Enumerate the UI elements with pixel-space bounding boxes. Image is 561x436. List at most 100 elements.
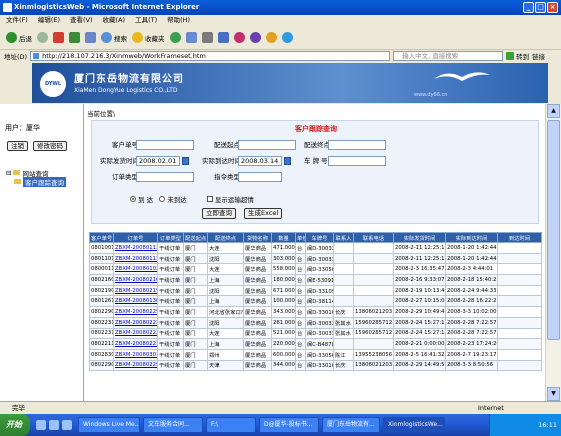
order-type-input[interactable]: [136, 172, 194, 182]
quick-launch-icon[interactable]: [36, 420, 46, 430]
col-header[interactable]: 到达时间: [497, 232, 542, 243]
history-icon[interactable]: [169, 32, 181, 43]
table-cell: 大连: [207, 263, 244, 276]
order-link[interactable]: ZBXM-200802293001: [113, 306, 158, 318]
col-header[interactable]: 配送终点: [207, 232, 244, 243]
menu-tools[interactable]: 工具(T): [135, 15, 157, 26]
msn-icon[interactable]: [281, 32, 293, 43]
menu-view[interactable]: 查看(V): [70, 15, 93, 26]
calendar-icon[interactable]: [284, 157, 291, 165]
go-button[interactable]: 转到: [506, 51, 529, 61]
logout-button[interactable]: 注销: [7, 141, 28, 151]
scroll-up-arrow-icon[interactable]: ▲: [547, 104, 560, 118]
radio-not-arrived[interactable]: 未到达: [159, 194, 187, 204]
task-button[interactable]: 厦门东岳物流有...: [322, 417, 380, 433]
col-header[interactable]: 联系人: [333, 232, 354, 243]
col-header[interactable]: 配送起点: [183, 232, 208, 243]
search-box[interactable]: 输入中文, 直接搜索: [393, 51, 504, 61]
col-header[interactable]: 联系电话: [353, 232, 394, 243]
change-password-button[interactable]: 修改密码: [33, 141, 67, 151]
arrive-time-input[interactable]: 2008.03.14: [238, 156, 282, 166]
tree-node-customer-tracking[interactable]: 客户跟踪查询: [6, 176, 66, 187]
qq-icon[interactable]: [265, 32, 277, 43]
start-button[interactable]: 开始: [0, 414, 30, 436]
table-cell: 2008-2-11 12:25:15: [393, 242, 446, 254]
send-time-input[interactable]: 2008.02.01: [136, 156, 180, 166]
vertical-scrollbar[interactable]: ▲ ▼: [545, 104, 561, 401]
links-label[interactable]: 链接: [532, 51, 545, 61]
close-button[interactable]: ×: [547, 2, 558, 13]
col-header[interactable]: 货物名称: [243, 232, 272, 243]
order-link[interactable]: ZBXM-200801020400: [113, 263, 158, 276]
order-link[interactable]: ZBXM-200802190005: [113, 284, 158, 297]
table-row[interactable]: 08021903ZBXM-200802190005干线订单厦门沈阳厦华商品671…: [89, 284, 542, 297]
back-button[interactable]: 后退: [6, 32, 32, 43]
task-button[interactable]: D@厦华-投标书...: [259, 417, 319, 433]
task-button[interactable]: Windows Live Me...: [78, 417, 140, 433]
order-link[interactable]: ZBXM-200801130006: [113, 252, 158, 265]
table-row[interactable]: 08010013ZBXM-200801130004干线订单厦门大连厦华商品471…: [89, 242, 542, 254]
menu-edit[interactable]: 编辑(E): [38, 15, 60, 26]
research-icon[interactable]: [249, 32, 261, 43]
table-row[interactable]: 08022110ZBXM-200802210004干线订单厦门上海厦华商品220…: [89, 338, 542, 350]
task-button-active[interactable]: XinmlogisticsWe...: [383, 417, 445, 433]
minimize-button[interactable]: _: [523, 2, 534, 13]
order-link[interactable]: ZBXM-200802210004: [113, 338, 158, 350]
mail-icon[interactable]: [185, 32, 197, 43]
order-link[interactable]: ZBXM-200802160006: [113, 274, 158, 286]
scroll-down-arrow-icon[interactable]: ▼: [547, 387, 560, 401]
calendar-icon[interactable]: [182, 157, 189, 165]
menu-file[interactable]: 文件(F): [6, 15, 28, 26]
scroll-thumb[interactable]: [547, 120, 560, 340]
table-row[interactable]: 08021607ZBXM-200802160006干线订单厦门上海厦华商品180…: [89, 274, 542, 286]
task-button[interactable]: 文车服务合同...: [143, 417, 203, 433]
quick-launch-icon[interactable]: [62, 420, 72, 430]
query-button[interactable]: 立即查询: [202, 208, 236, 219]
col-header[interactable]: 车牌号: [305, 232, 334, 243]
maximize-button[interactable]: □: [535, 2, 546, 13]
home-icon[interactable]: [85, 32, 96, 43]
order-link[interactable]: ZBXM-200802230003: [113, 327, 158, 340]
table-row[interactable]: 08011013ZBXM-200801130006干线订单厦门沈阳厦华商品303…: [89, 252, 542, 265]
customer-no-input[interactable]: [136, 140, 194, 150]
search-button[interactable]: 搜索: [101, 32, 127, 43]
table-row[interactable]: 08022902ZBXM-200802293001干线订单厦门河北省张家口市厦华…: [89, 306, 542, 318]
stop-icon[interactable]: [53, 32, 64, 43]
table-row[interactable]: 08012613ZBXM-200801303000干线订单厦门上海厦华商品100…: [89, 295, 542, 308]
menu-help[interactable]: 帮助(H): [167, 15, 190, 26]
order-link[interactable]: ZBXM-200801303000: [113, 295, 158, 308]
messenger-icon[interactable]: [233, 32, 245, 43]
table-row[interactable]: 08022314ZBXM-200802230002干线订单厦门沈阳厦华商品261…: [89, 316, 542, 329]
address-input[interactable]: http://218.107.216.3/Xinmweb/WorkFramese…: [30, 51, 391, 61]
origin-input[interactable]: [238, 140, 296, 150]
export-excel-button[interactable]: 生成Excel: [244, 208, 283, 219]
order-link[interactable]: ZBXM-200803010005: [113, 348, 158, 361]
task-button[interactable]: F:\: [206, 417, 256, 433]
order-link[interactable]: ZBXM-200802230002: [113, 316, 158, 329]
favorites-button[interactable]: 收藏夹: [132, 32, 165, 43]
menu-favorites[interactable]: 收藏(A): [103, 15, 126, 26]
radio-arrived[interactable]: 到 达: [130, 194, 153, 204]
plate-no-input[interactable]: [328, 156, 386, 166]
quick-launch-icon[interactable]: [49, 420, 59, 430]
order-link[interactable]: ZBXM-200801130004: [113, 242, 158, 254]
instruction-type-input[interactable]: [238, 172, 282, 182]
print-icon[interactable]: [201, 32, 213, 43]
col-header[interactable]: 客户单号: [89, 232, 114, 243]
refresh-icon[interactable]: [69, 32, 80, 43]
col-header[interactable]: 实际发货时间: [393, 232, 446, 243]
table-row[interactable]: 08022901ZBXM-200802290001干线订单厦门天津厦华商品344…: [89, 359, 542, 372]
table-row[interactable]: 08000112ZBXM-200801020400干线订单厦门大连厦华商品558…: [89, 263, 542, 276]
table-row[interactable]: 08028301ZBXM-200803010005干线订单厦门郑州厦华商品600…: [89, 348, 542, 361]
table-row[interactable]: 08022313ZBXM-200802230003干线订单厦门大连厦华商品521…: [89, 327, 542, 340]
col-header[interactable]: 数量: [271, 232, 296, 243]
col-header[interactable]: 订单类型: [157, 232, 184, 243]
destination-input[interactable]: [328, 140, 386, 150]
show-overdue-checkbox[interactable]: 显示运输超情: [206, 194, 254, 204]
col-header[interactable]: 订单号: [113, 232, 158, 243]
col-header[interactable]: 实际到达时间: [445, 232, 498, 243]
forward-arrow-icon[interactable]: [37, 32, 48, 43]
col-header[interactable]: 单位: [295, 232, 306, 243]
order-link[interactable]: ZBXM-200802290001: [113, 359, 158, 372]
edit-icon[interactable]: [217, 32, 229, 43]
